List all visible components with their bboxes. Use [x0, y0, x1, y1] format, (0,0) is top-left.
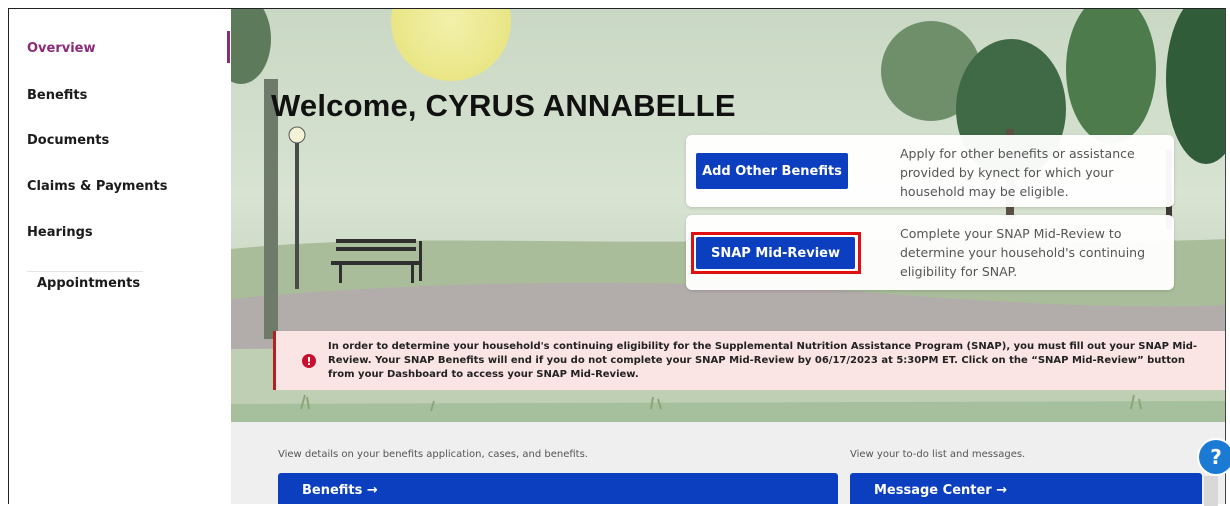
snap-review-description: Complete your SNAP Mid-Review to determi…	[900, 226, 1146, 279]
benefits-tile-button[interactable]: Benefits →	[278, 473, 838, 504]
active-indicator	[227, 31, 230, 63]
add-other-benefits-button[interactable]: Add Other Benefits	[696, 153, 848, 189]
snap-alert-banner: ! In order to determine your household's…	[273, 331, 1225, 390]
sidebar-item-documents[interactable]: Documents	[27, 133, 109, 148]
hero-banner: Welcome, CYRUS ANNABELLE Add Other Benef…	[231, 9, 1225, 422]
sidebar-item-appointments[interactable]: Appointments	[27, 271, 143, 295]
snap-mid-review-button[interactable]: SNAP Mid-Review	[696, 237, 855, 269]
sidebar: Overview Benefits Documents Claims & Pay…	[9, 9, 231, 504]
snap-review-card: SNAP Mid-Review Complete your SNAP Mid-R…	[686, 215, 1174, 290]
help-icon[interactable]: ?	[1199, 440, 1230, 474]
dashboard-links: View details on your benefits applicatio…	[231, 422, 1225, 504]
messages-caption: View your to-do list and messages.	[850, 449, 1026, 460]
alert-message: In order to determine your household's c…	[328, 341, 1198, 380]
add-benefits-card: Add Other Benefits Apply for other benef…	[686, 135, 1174, 207]
sidebar-item-benefits[interactable]: Benefits	[27, 88, 87, 103]
app-frame: Overview Benefits Documents Claims & Pay…	[8, 8, 1226, 504]
sidebar-item-claims-payments[interactable]: Claims & Payments	[27, 179, 168, 194]
add-benefits-description: Apply for other benefits or assistance p…	[900, 146, 1135, 199]
benefits-tile-label: Benefits →	[302, 483, 378, 498]
message-center-tile-button[interactable]: Message Center →	[850, 473, 1202, 504]
sidebar-item-hearings[interactable]: Hearings	[27, 225, 93, 240]
benefits-caption: View details on your benefits applicatio…	[278, 449, 588, 460]
scrollbar[interactable]	[1204, 476, 1218, 506]
welcome-heading: Welcome, CYRUS ANNABELLE	[271, 87, 736, 123]
sidebar-item-overview[interactable]: Overview	[27, 41, 96, 56]
message-center-tile-label: Message Center →	[874, 483, 1008, 498]
exclamation-icon: !	[302, 354, 316, 368]
